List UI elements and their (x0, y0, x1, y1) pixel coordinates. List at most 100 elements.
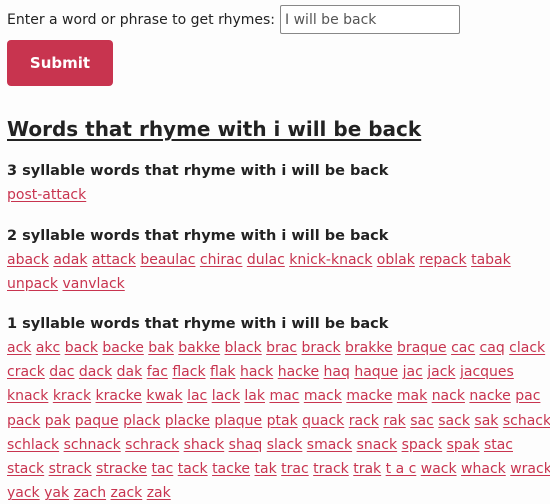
rhyme-word-link[interactable]: wrack (510, 461, 550, 477)
rhyme-word-link[interactable]: knack (7, 388, 48, 404)
rhyme-word-link[interactable]: mack (304, 388, 342, 404)
rhyme-word-link[interactable]: nack (432, 388, 465, 404)
rhyme-word-link[interactable]: trac (281, 461, 309, 477)
rhyme-word-link[interactable]: repack (419, 252, 466, 268)
rhyme-word-link[interactable]: flack (172, 364, 205, 380)
rhyme-word-link[interactable]: yak (44, 485, 69, 501)
rhyme-word-link[interactable]: pac (515, 388, 540, 404)
rhyme-word-link[interactable]: haque (354, 364, 398, 380)
rhyme-word-link[interactable]: tacke (212, 461, 250, 477)
rhyme-word-link[interactable]: vanvlack (62, 276, 124, 292)
rhyme-word-link[interactable]: unpack (7, 276, 58, 292)
rhyme-word-link[interactable]: black (225, 340, 262, 356)
rhyme-word-link[interactable]: zach (74, 485, 107, 501)
rhyme-word-link[interactable]: spak (447, 437, 480, 453)
rhyme-word-link[interactable]: tabak (471, 252, 511, 268)
rhyme-word-link[interactable]: jack (427, 364, 455, 380)
rhyme-word-link[interactable]: post-attack (7, 187, 86, 203)
rhyme-word-link[interactable]: braque (397, 340, 447, 356)
rhyme-word-link[interactable]: beaulac (140, 252, 195, 268)
rhyme-word-link[interactable]: t a c (386, 461, 417, 477)
rhyme-word-link[interactable]: pack (7, 413, 40, 429)
rhyme-word-link[interactable]: schnack (64, 437, 121, 453)
rhyme-word-link[interactable]: schack (503, 413, 550, 429)
rhyme-word-link[interactable]: ptak (267, 413, 298, 429)
rhyme-word-link[interactable]: pak (45, 413, 71, 429)
rhyme-word-link[interactable]: zack (111, 485, 143, 501)
rhyme-word-link[interactable]: brakke (345, 340, 393, 356)
rhyme-word-link[interactable]: nacke (469, 388, 510, 404)
rhyme-word-link[interactable]: attack (92, 252, 136, 268)
rhyme-word-link[interactable]: tak (255, 461, 277, 477)
rhyme-word-link[interactable]: bakke (178, 340, 220, 356)
rhyme-word-link[interactable]: trak (353, 461, 381, 477)
rhyme-word-link[interactable]: kwak (146, 388, 182, 404)
rhyme-word-link[interactable]: brac (266, 340, 297, 356)
rhyme-word-link[interactable]: strack (49, 461, 92, 477)
rhyme-word-link[interactable]: jac (403, 364, 423, 380)
rhyme-word-link[interactable]: flak (210, 364, 236, 380)
rhyme-word-link[interactable]: dac (49, 364, 74, 380)
rhyme-word-link[interactable]: sack (438, 413, 470, 429)
rhyme-word-link[interactable]: placke (165, 413, 210, 429)
rhyme-word-link[interactable]: snack (357, 437, 398, 453)
rhyme-word-link[interactable]: lack (212, 388, 240, 404)
rhyme-word-link[interactable]: shaq (229, 437, 263, 453)
rhyme-word-link[interactable]: quack (302, 413, 344, 429)
rhyme-word-link[interactable]: mac (269, 388, 299, 404)
rhyme-word-link[interactable]: lak (244, 388, 265, 404)
rhyme-word-link[interactable]: whack (461, 461, 506, 477)
rhyme-word-link[interactable]: rak (383, 413, 405, 429)
rhyme-word-link[interactable]: stack (7, 461, 44, 477)
rhyme-word-link[interactable]: wack (421, 461, 457, 477)
rhyme-word-link[interactable]: mak (397, 388, 427, 404)
rhyme-word-link[interactable]: schrack (125, 437, 179, 453)
rhyme-word-link[interactable]: sak (474, 413, 498, 429)
rhyme-word-link[interactable]: krack (53, 388, 91, 404)
rhyme-word-link[interactable]: haq (324, 364, 350, 380)
rhyme-word-link[interactable]: hack (240, 364, 273, 380)
rhyme-word-link[interactable]: track (313, 461, 349, 477)
rhyme-word-link[interactable]: smack (307, 437, 352, 453)
rhyme-word-link[interactable]: plaque (214, 413, 262, 429)
rhyme-word-link[interactable]: crack (7, 364, 45, 380)
rhyme-word-link[interactable]: stac (484, 437, 513, 453)
rhyme-word-link[interactable]: kracke (96, 388, 142, 404)
rhyme-word-link[interactable]: chirac (200, 252, 243, 268)
phrase-input[interactable] (280, 5, 461, 34)
rhyme-word-link[interactable]: slack (267, 437, 303, 453)
rhyme-word-link[interactable]: clack (509, 340, 545, 356)
rhyme-word-link[interactable]: oblak (377, 252, 415, 268)
rhyme-word-link[interactable]: tac (152, 461, 174, 477)
rhyme-word-link[interactable]: stracke (96, 461, 147, 477)
rhyme-word-link[interactable]: adak (53, 252, 87, 268)
rhyme-word-link[interactable]: back (65, 340, 98, 356)
rhyme-word-link[interactable]: sac (410, 413, 434, 429)
rhyme-word-link[interactable]: jacques (460, 364, 514, 380)
rhyme-word-link[interactable]: tack (178, 461, 208, 477)
rhyme-word-link[interactable]: dack (79, 364, 112, 380)
rhyme-word-link[interactable]: dak (117, 364, 143, 380)
rhyme-word-link[interactable]: hacke (278, 364, 319, 380)
submit-button[interactable]: Submit (7, 40, 113, 86)
rhyme-word-link[interactable]: aback (7, 252, 49, 268)
rhyme-word-link[interactable]: spack (402, 437, 443, 453)
rhyme-word-link[interactable]: bak (148, 340, 174, 356)
rhyme-word-link[interactable]: dulac (247, 252, 285, 268)
rhyme-word-link[interactable]: yack (7, 485, 40, 501)
rhyme-word-link[interactable]: rack (349, 413, 379, 429)
rhyme-word-link[interactable]: cac (451, 340, 475, 356)
rhyme-word-link[interactable]: paque (75, 413, 119, 429)
rhyme-word-link[interactable]: fac (147, 364, 168, 380)
rhyme-word-link[interactable]: caq (480, 340, 505, 356)
rhyme-word-link[interactable]: plack (123, 413, 160, 429)
rhyme-word-link[interactable]: knick-knack (289, 252, 372, 268)
rhyme-word-link[interactable]: zak (147, 485, 171, 501)
rhyme-word-link[interactable]: ack (7, 340, 31, 356)
rhyme-word-link[interactable]: brack (302, 340, 341, 356)
rhyme-word-link[interactable]: shack (184, 437, 225, 453)
rhyme-word-link[interactable]: backe (102, 340, 143, 356)
rhyme-word-link[interactable]: schlack (7, 437, 59, 453)
rhyme-word-link[interactable]: lac (187, 388, 207, 404)
rhyme-word-link[interactable]: akc (36, 340, 60, 356)
